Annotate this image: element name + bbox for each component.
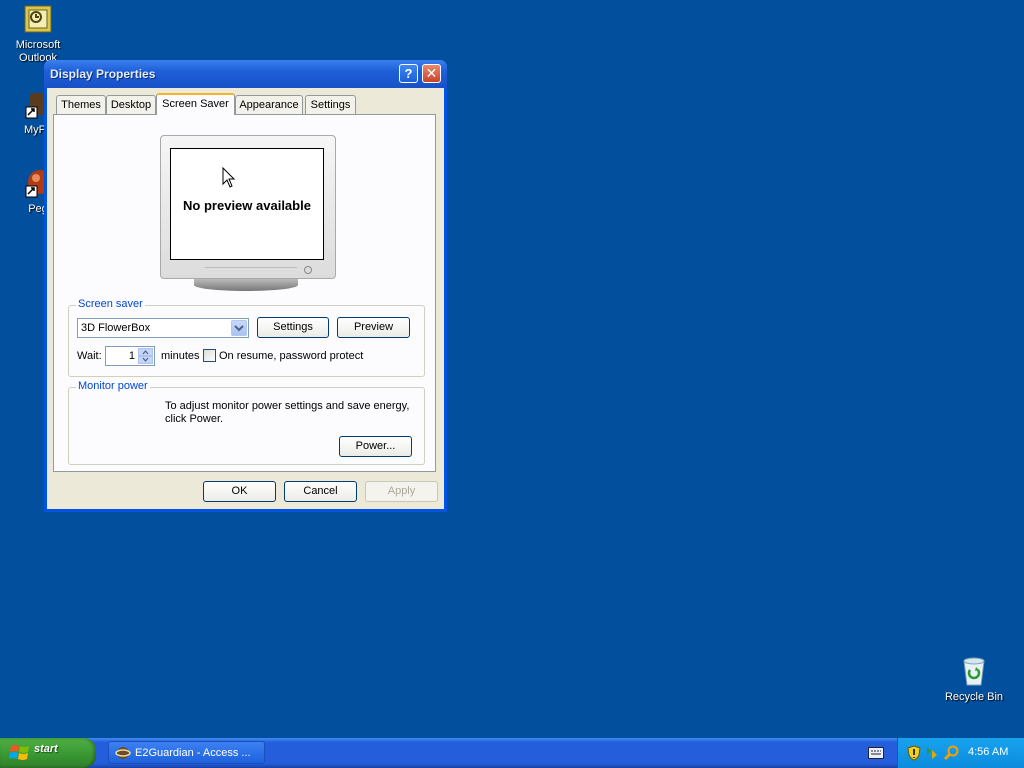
taskbar-item-label: E2Guardian - Access ...	[135, 747, 251, 759]
password-protect-label[interactable]: On resume, password protect	[219, 350, 363, 362]
keyboard-icon[interactable]	[868, 747, 884, 759]
settings-button[interactable]: Settings	[257, 317, 329, 338]
search-icon[interactable]	[943, 745, 959, 761]
tab-label: Desktop	[110, 99, 152, 111]
browser-icon	[115, 747, 131, 759]
tab-themes[interactable]: Themes	[56, 95, 106, 114]
wait-value: 1	[128, 350, 135, 362]
taskbar-item-e2guardian[interactable]: E2Guardian - Access ...	[108, 741, 265, 764]
spin-down-icon[interactable]	[138, 356, 153, 364]
screen-saver-value: 3D FlowerBox	[81, 322, 151, 334]
window-client: Themes Desktop Screen Saver Appearance S…	[47, 88, 444, 509]
preview-button[interactable]: Preview	[337, 317, 410, 338]
wait-spinner[interactable]	[138, 348, 153, 364]
spin-up-icon[interactable]	[138, 348, 153, 356]
preview-screen: No preview available	[170, 148, 324, 260]
close-icon: ✕	[425, 65, 438, 81]
close-button[interactable]: ✕	[422, 64, 441, 83]
window-title: Display Properties	[50, 67, 156, 81]
monitor-vent	[205, 267, 297, 272]
screen-saver-legend: Screen saver	[76, 298, 145, 310]
outlook-icon	[22, 4, 54, 36]
tab-desktop[interactable]: Desktop	[106, 95, 156, 114]
tab-appearance[interactable]: Appearance	[235, 95, 303, 114]
network-icon[interactable]	[925, 745, 939, 761]
security-shield-icon[interactable]	[907, 745, 921, 761]
tab-label: Settings	[310, 99, 351, 111]
button-label: Preview	[353, 321, 394, 333]
screen-saver-group: Screen saver 3D FlowerBox Settings Previ…	[68, 298, 425, 377]
desktop-icon-recycle-bin[interactable]: Recycle Bin	[936, 656, 1012, 704]
button-label: Power...	[355, 440, 396, 452]
minutes-label: minutes	[161, 350, 200, 362]
tab-label: Screen Saver	[162, 98, 229, 110]
power-button[interactable]: Power...	[339, 436, 412, 457]
password-protect-checkbox[interactable]	[203, 349, 216, 362]
screen-saver-panel: No preview available Screen saver 3D Flo…	[53, 114, 436, 472]
desktop-icon-label: Recycle Bin	[944, 691, 1004, 703]
start-button[interactable]: start	[0, 738, 96, 768]
mouse-cursor-icon	[222, 167, 236, 188]
title-bar[interactable]: Display Properties ? ✕	[44, 60, 447, 88]
recycle-bin-icon	[958, 656, 990, 688]
tab-label: Themes	[61, 99, 101, 111]
system-tray: 4:56 AM	[897, 738, 1024, 768]
button-label: OK	[231, 485, 248, 497]
desktop-icon-outlook[interactable]: Microsoft Outlook	[0, 4, 76, 65]
monitor-power-text: To adjust monitor power settings and sav…	[165, 400, 410, 425]
taskbar: start E2Guardian - Access ... 4:56 AM	[0, 738, 1024, 768]
preview-message: No preview available	[183, 198, 311, 213]
tab-screen-saver[interactable]: Screen Saver	[156, 93, 235, 115]
wait-minutes-input[interactable]: 1	[105, 346, 155, 366]
wait-label: Wait:	[77, 350, 102, 362]
monitor-led-icon	[304, 266, 312, 274]
windows-logo-icon	[9, 745, 29, 760]
screen-saver-select[interactable]: 3D FlowerBox	[77, 318, 249, 338]
clock: 4:56 AM	[968, 746, 1009, 758]
help-icon: ?	[404, 66, 413, 81]
button-label: Apply	[387, 485, 416, 497]
tab-label: Appearance	[239, 99, 299, 111]
cancel-button[interactable]: Cancel	[284, 481, 357, 502]
monitor-stand	[194, 279, 298, 291]
monitor-power-group: Monitor power To adjust monitor power se…	[68, 380, 425, 465]
tab-settings[interactable]: Settings	[305, 95, 356, 114]
monitor-preview: No preview available	[160, 135, 336, 279]
start-label: start	[34, 743, 58, 755]
help-button[interactable]: ?	[399, 64, 418, 83]
apply-button[interactable]: Apply	[365, 481, 438, 502]
button-label: Settings	[273, 321, 313, 333]
chevron-down-icon[interactable]	[231, 320, 247, 336]
ok-button[interactable]: OK	[203, 481, 276, 502]
display-properties-window: Display Properties ? ✕ Themes Desktop Sc…	[44, 60, 447, 512]
monitor-power-legend: Monitor power	[76, 380, 150, 392]
button-label: Cancel	[303, 485, 338, 497]
